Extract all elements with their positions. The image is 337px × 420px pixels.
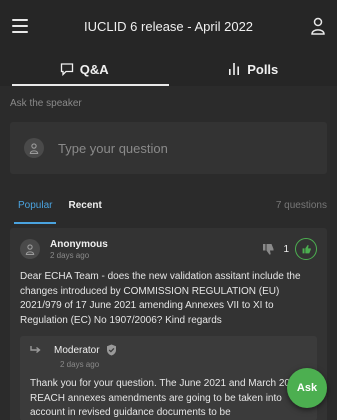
avatar [20, 239, 40, 259]
ask-button[interactable]: Ask [287, 368, 327, 408]
vote-count: 1 [283, 243, 289, 255]
tab-recent[interactable]: Recent [60, 182, 109, 228]
hamburger-menu-icon[interactable] [12, 19, 28, 33]
upvote-button[interactable] [295, 238, 317, 260]
user-icon [25, 243, 35, 255]
chat-icon [60, 63, 73, 76]
tab-qa-label: Q&A [79, 61, 109, 77]
question-filter-bar: Popular Recent 7 questions [0, 182, 337, 228]
question-header: Anonymous 2 days ago 1 [20, 238, 317, 260]
reply-arrow-icon [30, 346, 41, 354]
thumbs-down-icon[interactable] [261, 242, 275, 256]
moderator-answer: Moderator 2 days ago Thank you for your … [20, 336, 317, 420]
question-text: Dear ECHA Team - does the new validation… [20, 271, 301, 326]
question-count: 7 questions [275, 199, 327, 211]
main-tabs: Q&A Polls [0, 52, 337, 86]
answer-author-name: Moderator [54, 344, 100, 356]
ask-speaker-label: Ask the speaker [10, 98, 82, 109]
avatar [24, 138, 44, 158]
answer-header: Moderator [30, 344, 307, 356]
question-author: Anonymous [50, 238, 108, 250]
app-header: IUCLID 6 release - April 2022 [0, 0, 337, 52]
answer-text: Thank you for your question. The June 20… [30, 378, 302, 418]
bar-chart-icon [229, 63, 240, 75]
question-time: 2 days ago [50, 250, 90, 260]
question-meta: Anonymous 2 days ago [50, 239, 108, 260]
question-input-box[interactable] [10, 122, 327, 174]
question-card: Anonymous 2 days ago 1 Dear ECHA Team - … [10, 228, 327, 420]
user-icon [29, 142, 39, 154]
tab-qa[interactable]: Q&A [0, 52, 169, 86]
question-input[interactable] [58, 140, 298, 156]
tab-polls-label: Polls [247, 61, 279, 77]
answer-time: 2 days ago [60, 360, 100, 369]
user-icon[interactable] [310, 17, 326, 35]
vote-controls: 1 [261, 238, 317, 260]
verified-shield-icon [106, 344, 116, 356]
answer-author: Moderator [54, 344, 117, 356]
event-title: IUCLID 6 release - April 2022 [83, 18, 254, 34]
thumbs-up-icon [302, 244, 311, 253]
tab-polls[interactable]: Polls [169, 52, 337, 86]
tab-popular[interactable]: Popular [10, 182, 60, 228]
